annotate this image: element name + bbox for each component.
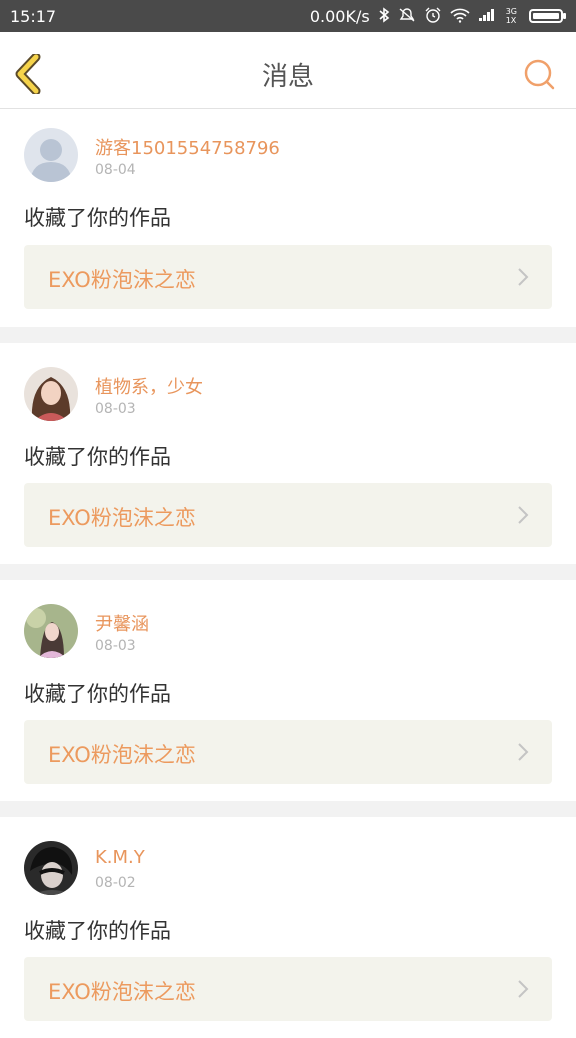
page-title: 消息 [261,62,314,92]
message-date: 08-03 [95,638,136,654]
username[interactable]: 植物系，少女 [95,373,203,399]
work-title: EXO粉泡沫之恋 [48,506,196,530]
work-title: EXO粉泡沫之恋 [48,268,196,292]
chevron-right-icon [518,506,529,524]
message-card: K.M.Y 08-02 收藏了你的作品 EXO粉泡沫之恋 [0,817,576,1038]
message-date: 08-04 [95,162,136,178]
message-date: 08-03 [95,401,136,417]
battery-icon [525,9,566,23]
chevron-right-icon [518,980,529,998]
network-speed: 0.00K/s [309,6,370,26]
avatar[interactable] [24,841,78,895]
message-list: 游客1501554758796 08-04 收藏了你的作品 EXO粉泡沫之恋 植… [0,109,576,1038]
avatar[interactable] [24,367,78,421]
message-action: 收藏了你的作品 [24,919,171,943]
work-link[interactable]: EXO粉泡沫之恋 [24,957,552,1021]
work-link[interactable]: EXO粉泡沫之恋 [24,245,552,309]
search-button[interactable] [522,58,556,92]
message-date: 08-02 [95,875,136,891]
bluetooth-icon [378,6,390,26]
chevron-right-icon [518,268,529,286]
message-action: 收藏了你的作品 [24,445,171,469]
status-icons: 0.00K/s 3G 1X [310,7,566,26]
username[interactable]: 尹馨涵 [95,610,149,636]
message-action: 收藏了你的作品 [24,206,171,230]
message-card: 植物系，少女 08-03 收藏了你的作品 EXO粉泡沫之恋 [0,343,576,564]
network-type: 3G 1X [505,7,517,25]
divider [0,564,576,580]
chevron-right-icon [518,743,529,761]
divider [0,801,576,817]
username[interactable]: K.M.Y [95,847,145,868]
work-link[interactable]: EXO粉泡沫之恋 [24,720,552,784]
work-title: EXO粉泡沫之恋 [48,743,196,767]
status-bar: 15:17 0.00K/s 3G 1X [0,0,576,32]
work-title: EXO粉泡沫之恋 [48,980,196,1004]
avatar[interactable] [24,128,78,182]
top-nav-bar: 消息 [0,32,576,109]
signal-icon [478,8,498,25]
search-icon [524,59,555,90]
username[interactable]: 游客1501554758796 [95,134,280,160]
status-time: 15:17 [10,6,57,26]
avatar[interactable] [24,604,78,658]
divider [0,327,576,343]
mute-icon [398,7,416,26]
message-card: 尹馨涵 08-03 收藏了你的作品 EXO粉泡沫之恋 [0,580,576,801]
wifi-icon [450,7,470,26]
message-card: 游客1501554758796 08-04 收藏了你的作品 EXO粉泡沫之恋 [0,109,576,327]
alarm-icon [424,7,442,26]
work-link[interactable]: EXO粉泡沫之恋 [24,483,552,547]
message-action: 收藏了你的作品 [24,682,171,706]
